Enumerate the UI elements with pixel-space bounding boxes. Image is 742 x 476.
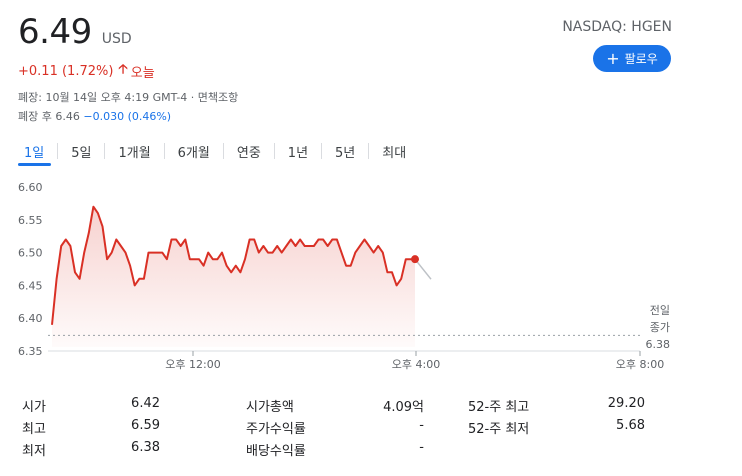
exchange-ticker: NASDAQ: HGEN <box>562 19 672 35</box>
y-tick-label: 6.55 <box>18 214 43 227</box>
close-info: 폐장: 10월 14일 오후 4:19 GMT-4 · 면책조항 <box>18 91 239 104</box>
after-hours-change: −0.030 (0.46%) <box>83 110 172 123</box>
current-price: 6.49 <box>18 12 92 52</box>
follow-button-label: 팔로우 <box>624 52 658 66</box>
tab-range[interactable]: 1일 <box>18 140 57 166</box>
tab-range[interactable]: 연중 <box>224 140 274 162</box>
stat-label: 최저 <box>22 444 46 459</box>
tab-range[interactable]: 1년 <box>275 140 321 162</box>
chart-area-fill <box>52 206 415 347</box>
tab-range[interactable]: 5년 <box>322 140 368 162</box>
y-tick-label: 6.40 <box>18 312 43 325</box>
previous-close-label: 6.38 <box>646 338 671 351</box>
currency-label: USD <box>101 31 132 47</box>
stat-value: 4.09억 <box>383 400 424 415</box>
change-value: +0.11 (1.72%) <box>18 63 114 79</box>
stat-value: 29.20 <box>607 396 645 411</box>
price-change: +0.11 (1.72%) 🡡 오늘 <box>18 60 155 82</box>
stat-value: 6.42 <box>131 396 160 411</box>
last-price-marker <box>411 255 419 264</box>
stat-value: 5.68 <box>616 418 645 433</box>
stat-value: - <box>419 440 424 455</box>
stat-value: - <box>419 418 424 433</box>
stat-label: 배당수익률 <box>246 444 306 459</box>
previous-close-label: 종가 <box>650 321 670 334</box>
stat-label: 최고 <box>22 422 46 437</box>
arrow-up-icon: 🡡 <box>118 62 128 77</box>
x-tick-label: 오후 4:00 <box>392 358 440 371</box>
price-header: 6.49 USD <box>18 12 132 52</box>
plus-icon: + <box>606 48 620 68</box>
x-tick-label: 오후 8:00 <box>616 358 664 371</box>
y-tick-label: 6.35 <box>18 345 43 358</box>
y-tick-label: 6.60 <box>18 181 43 194</box>
y-tick-label: 6.50 <box>18 247 43 260</box>
stat-label: 52-주 최저 <box>468 422 530 437</box>
range-tabs: 1일 5일 1개월 6개월 연중 1년 5년 최대 <box>18 140 419 166</box>
tab-range[interactable]: 6개월 <box>165 140 223 162</box>
change-period: 오늘 <box>130 65 155 81</box>
tab-range[interactable]: 5일 <box>58 140 104 162</box>
tab-range[interactable]: 최대 <box>369 140 419 162</box>
stat-value: 6.59 <box>131 418 160 433</box>
follow-button[interactable]: + 팔로우 <box>593 45 671 72</box>
price-chart: 6.60 6.55 6.50 6.45 6.40 6.35 오후 12:00 오후 4:00… <box>18 181 671 371</box>
previous-close-label: 전일 <box>650 303 670 317</box>
stat-label: 주가수익률 <box>246 422 306 437</box>
stat-label: 시가총액 <box>246 400 294 415</box>
after-hours-info: 폐장 후 6.46 −0.030 (0.46%) <box>18 108 171 124</box>
stat-label: 52-주 최고 <box>468 400 530 415</box>
y-tick-label: 6.45 <box>18 279 43 292</box>
stat-label: 시가 <box>22 400 46 415</box>
stat-value: 6.38 <box>131 440 160 455</box>
tab-range[interactable]: 1개월 <box>105 140 163 162</box>
x-tick-label: 오후 12:00 <box>165 358 220 371</box>
after-hours-price: 폐장 후 6.46 <box>18 110 80 123</box>
